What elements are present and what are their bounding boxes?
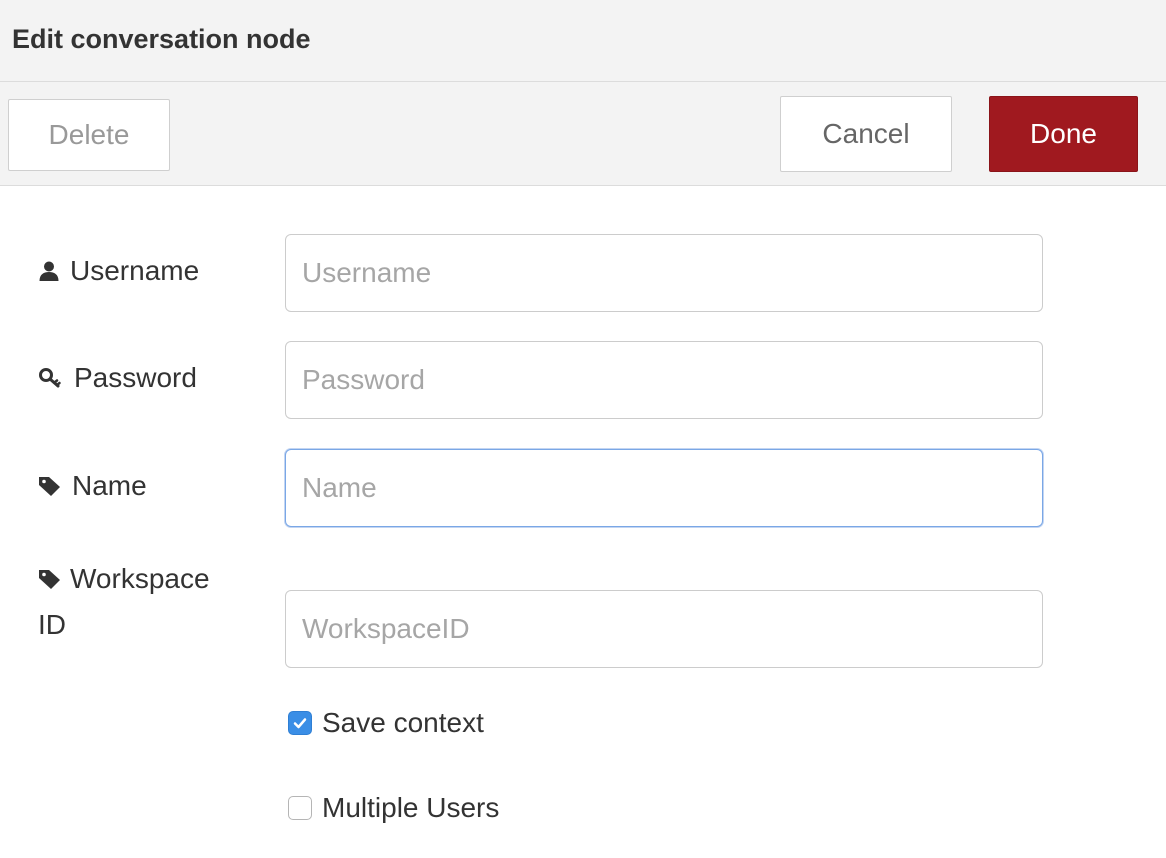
cancel-button[interactable]: Cancel xyxy=(780,96,952,172)
multiple-users-label: Multiple Users xyxy=(322,792,500,823)
name-label-group: Name xyxy=(38,463,147,509)
name-input[interactable] xyxy=(285,449,1043,527)
name-label: Name xyxy=(72,470,147,501)
done-button[interactable]: Done xyxy=(989,96,1138,172)
save-context-option[interactable]: Save context xyxy=(288,703,484,743)
username-label-group: Username xyxy=(38,248,199,294)
name-row: Name xyxy=(0,449,1166,527)
save-context-checkbox[interactable] xyxy=(288,711,312,735)
password-input[interactable] xyxy=(285,341,1043,419)
user-icon xyxy=(39,261,59,281)
dialog-header: Edit conversation node xyxy=(0,0,1166,82)
multiple-users-option[interactable]: Multiple Users xyxy=(288,788,499,828)
dialog-toolbar: Delete Cancel Done xyxy=(0,82,1166,186)
workspace-label-line1: Workspace xyxy=(70,563,210,594)
password-row: Password xyxy=(0,341,1166,419)
tag-icon xyxy=(39,570,60,589)
password-label: Password xyxy=(74,362,197,393)
delete-button[interactable]: Delete xyxy=(8,99,170,171)
workspace-row: Workspace ID xyxy=(0,556,1166,668)
username-label: Username xyxy=(70,255,200,286)
password-label-group: Password xyxy=(38,355,197,401)
key-icon xyxy=(39,368,61,388)
checkmark-icon xyxy=(293,718,307,729)
dialog-title: Edit conversation node xyxy=(12,24,311,54)
workspace-id-input[interactable] xyxy=(285,590,1043,668)
workspace-label-group: Workspace ID xyxy=(38,556,268,648)
save-context-label: Save context xyxy=(322,707,484,738)
multiple-users-checkbox[interactable] xyxy=(288,796,312,820)
tag-icon xyxy=(39,477,60,496)
workspace-label-line2: ID xyxy=(38,609,66,640)
username-row: Username xyxy=(0,234,1166,312)
username-input[interactable] xyxy=(285,234,1043,312)
